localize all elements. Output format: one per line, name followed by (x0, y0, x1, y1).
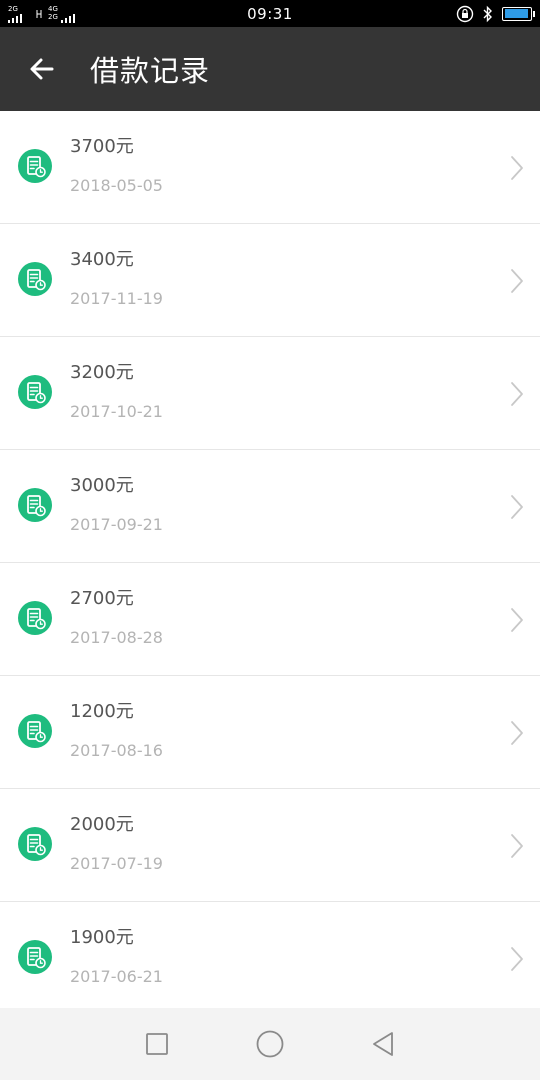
loan-record-item[interactable]: 1200元 2017-08-16 (0, 676, 540, 789)
lock-rotation-icon (456, 5, 474, 22)
record-text: 1900元 2017-06-21 (70, 926, 163, 988)
app-header: 借款记录 (0, 27, 540, 111)
page-title: 借款记录 (90, 54, 211, 88)
loan-record-item[interactable]: 1900元 2017-06-21 (0, 902, 540, 1008)
sim2-label-top: 4G (48, 4, 58, 13)
record-date: 2017-08-28 (70, 628, 163, 647)
record-text: 3000元 2017-09-21 (70, 474, 163, 536)
record-amount: 3200元 (70, 362, 134, 383)
recent-apps-button[interactable] (137, 1024, 177, 1064)
record-amount: 2700元 (70, 588, 134, 609)
signal-bars-icon (61, 6, 75, 23)
record-date: 2017-07-19 (70, 854, 163, 873)
system-nav-bar (0, 1008, 540, 1080)
document-clock-icon (18, 375, 52, 409)
chevron-right-icon (511, 721, 523, 745)
loan-record-item[interactable]: 3700元 2018-05-05 (0, 111, 540, 224)
chevron-right-icon (511, 834, 523, 858)
record-date: 2017-11-19 (70, 289, 163, 308)
record-date: 2017-06-21 (70, 967, 163, 986)
record-date: 2017-08-16 (70, 741, 163, 760)
loan-record-list[interactable]: 3700元 2018-05-05 3400元 2017-11-19 3200元 … (0, 111, 540, 1008)
bluetooth-icon (483, 5, 492, 22)
chevron-right-icon (511, 156, 523, 180)
record-amount: 1900元 (70, 927, 134, 948)
record-container: 3700元 2018-05-05 3400元 2017-11-19 3200元 … (0, 111, 540, 1008)
back-button[interactable] (0, 27, 84, 111)
status-icons (456, 5, 535, 23)
signal-area: 2G 4G 2G (8, 0, 78, 27)
record-amount: 3400元 (70, 249, 134, 270)
document-clock-icon (18, 262, 52, 296)
sim1-label: 2G (8, 4, 18, 13)
chevron-right-icon (511, 608, 523, 632)
record-amount: 2000元 (70, 814, 134, 835)
sim2-label-bottom: 2G (48, 12, 58, 21)
loan-record-item[interactable]: 3400元 2017-11-19 (0, 224, 540, 337)
hd-icon (36, 9, 42, 18)
square-icon (145, 1033, 168, 1055)
arrow-left-icon (30, 58, 54, 80)
sim2-signal: 4G 2G (48, 5, 78, 23)
document-clock-icon (18, 601, 52, 635)
chevron-right-icon (511, 382, 523, 406)
record-date: 2017-09-21 (70, 515, 163, 534)
chevron-right-icon (511, 495, 523, 519)
sim1-signal: 2G (8, 5, 30, 23)
triangle-back-icon (373, 1032, 394, 1056)
battery-level (504, 9, 529, 18)
record-date: 2017-10-21 (70, 402, 163, 421)
record-text: 2700元 2017-08-28 (70, 587, 163, 649)
battery-icon (502, 6, 535, 21)
document-clock-icon (18, 714, 52, 748)
record-amount: 3000元 (70, 475, 134, 496)
loan-record-item[interactable]: 2700元 2017-08-28 (0, 563, 540, 676)
document-clock-icon (18, 940, 52, 974)
loan-record-item[interactable]: 2000元 2017-07-19 (0, 789, 540, 902)
record-text: 2000元 2017-07-19 (70, 813, 163, 875)
loan-record-item[interactable]: 3200元 2017-10-21 (0, 337, 540, 450)
chevron-right-icon (511, 269, 523, 293)
document-clock-icon (18, 488, 52, 522)
document-clock-icon (18, 149, 52, 183)
record-amount: 1200元 (70, 701, 134, 722)
record-date: 2018-05-05 (70, 176, 163, 195)
back-nav-button[interactable] (363, 1024, 403, 1064)
loan-record-item[interactable]: 3000元 2017-09-21 (0, 450, 540, 563)
document-clock-icon (18, 827, 52, 861)
home-button[interactable] (250, 1024, 290, 1064)
record-amount: 3700元 (70, 136, 134, 157)
record-text: 3200元 2017-10-21 (70, 361, 163, 423)
record-text: 1200元 2017-08-16 (70, 700, 163, 762)
status-bar: 2G 4G 2G 09:31 (0, 0, 540, 27)
circle-icon (256, 1030, 284, 1058)
chevron-right-icon (511, 947, 523, 971)
record-text: 3700元 2018-05-05 (70, 135, 163, 197)
record-text: 3400元 2017-11-19 (70, 248, 163, 310)
